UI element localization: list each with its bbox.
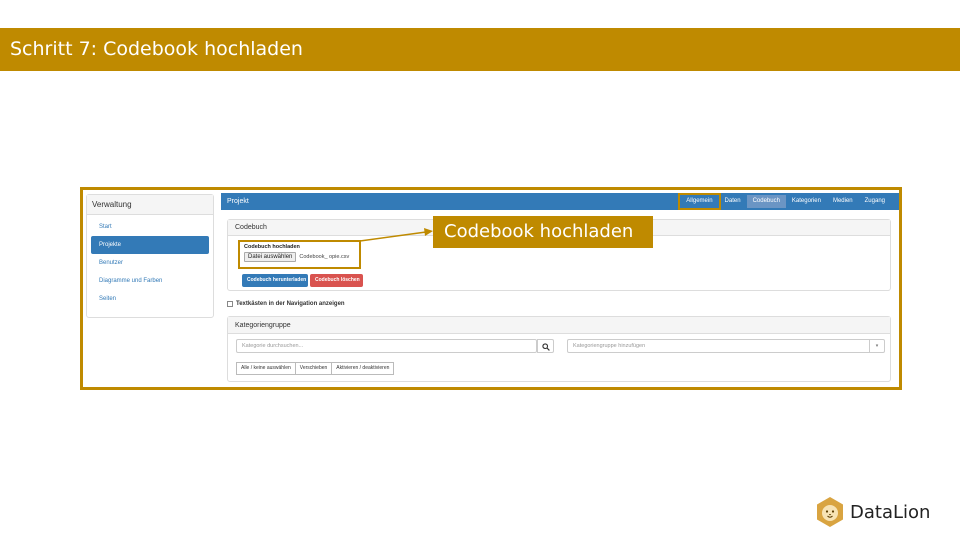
navbar-brand: Projekt xyxy=(227,198,249,205)
tab-daten[interactable]: Daten xyxy=(719,195,747,208)
move-button[interactable]: Verschieben xyxy=(295,362,333,375)
sidebar-item-diagramme[interactable]: Diagramme und Farben xyxy=(91,272,209,290)
checkbox-label: Textkästen in der Navigation anzeigen xyxy=(236,301,345,307)
upload-label: Codebuch hochladen xyxy=(244,244,300,250)
toggle-activate-button[interactable]: Aktivieren / deaktivieren xyxy=(332,362,395,375)
datalion-logo: DataLion xyxy=(814,495,930,529)
callout-label: Codebook hochladen xyxy=(433,216,653,248)
tab-allgemein[interactable]: Allgemein xyxy=(678,193,721,210)
sidebar-list: Start Projekte Benutzer Diagramme und Fa… xyxy=(87,215,213,308)
selected-file-name: Codebook_ opie.csv xyxy=(299,254,350,260)
category-search-button[interactable] xyxy=(537,339,554,353)
navigation-textboxes-option: Textkästen in der Navigation anzeigen xyxy=(227,299,345,309)
sidebar-item-seiten[interactable]: Seiten xyxy=(91,290,209,308)
slide-title: Schritt 7: Codebook hochladen xyxy=(0,28,960,71)
select-all-none-button[interactable]: Alle / keine auswählen xyxy=(236,362,296,375)
sidebar-item-benutzer[interactable]: Benutzer xyxy=(91,254,209,272)
tab-zugang[interactable]: Zugang xyxy=(859,195,891,208)
codebook-upload-group: Codebuch hochladen Datei auswählen Codeb… xyxy=(238,240,361,269)
sidebar-item-projekte[interactable]: Projekte xyxy=(91,236,209,254)
lion-icon xyxy=(817,497,843,527)
tab-kategorien[interactable]: Kategorien xyxy=(786,195,827,208)
kategoriengruppe-panel: Kategoriengruppe Kategorie durchsuchen..… xyxy=(227,316,891,382)
kategoriengruppe-heading: Kategoriengruppe xyxy=(228,317,890,334)
category-search-input[interactable]: Kategorie durchsuchen... xyxy=(236,339,537,353)
category-action-buttons: Alle / keine auswählen Verschieben Aktiv… xyxy=(236,362,395,375)
nav-tabs: Allgemein Daten Codebuch Kategorien Medi… xyxy=(678,193,891,210)
choose-file-button[interactable]: Datei auswählen xyxy=(244,252,297,262)
logo-text: DataLion xyxy=(850,501,931,523)
delete-codebook-button[interactable]: Codebuch löschen xyxy=(310,274,363,287)
caret-down-icon: ▾ xyxy=(869,340,884,352)
tab-medien[interactable]: Medien xyxy=(827,195,859,208)
sidebar-item-start[interactable]: Start xyxy=(91,218,209,236)
upload-row: Datei auswählen Codebook_ opie.csv xyxy=(244,252,355,262)
search-icon xyxy=(542,343,550,351)
sidebar-heading: Verwaltung xyxy=(87,195,213,215)
category-group-placeholder: Kategoriengruppe hinzufügen xyxy=(573,343,646,349)
category-group-select[interactable]: Kategoriengruppe hinzufügen ▾ xyxy=(567,339,885,353)
project-navbar: Projekt Allgemein Daten Codebuch Kategor… xyxy=(221,193,899,210)
tab-codebuch[interactable]: Codebuch xyxy=(746,195,786,208)
sidebar: Verwaltung Start Projekte Benutzer Diagr… xyxy=(86,194,214,318)
navigation-textboxes-checkbox[interactable] xyxy=(227,301,233,307)
download-codebook-button[interactable]: Codebuch herunterladen xyxy=(242,274,308,287)
